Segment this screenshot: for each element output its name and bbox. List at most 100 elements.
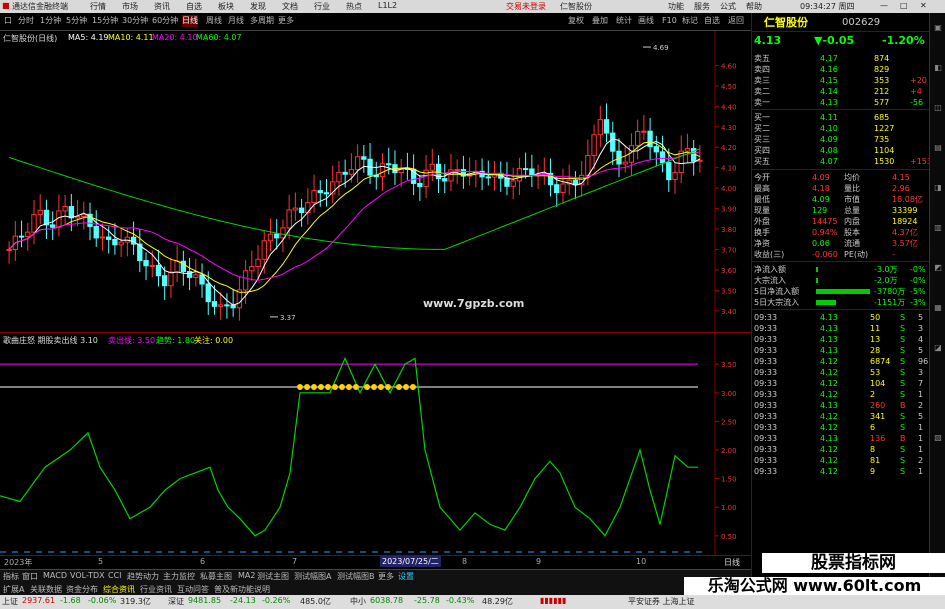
- menu-function[interactable]: 功能: [668, 1, 684, 12]
- close-icon[interactable]: ✕: [920, 1, 927, 10]
- tab-indicator[interactable]: 指标: [3, 571, 19, 582]
- sidebar-icon-8[interactable]: ▦: [933, 303, 943, 313]
- sidebar-icon-3[interactable]: ◫: [933, 103, 943, 113]
- menu-quotes[interactable]: 行情: [90, 1, 106, 12]
- candle-body: [504, 177, 510, 187]
- btn-draw[interactable]: 画线: [638, 15, 654, 27]
- menu-formula[interactable]: 公式: [720, 1, 736, 12]
- sidebar-icon-2[interactable]: ◧: [933, 63, 943, 73]
- period-weekly[interactable]: 周线: [206, 15, 222, 27]
- subtab-related[interactable]: 关联数据: [30, 584, 62, 595]
- sidebar-icon-9[interactable]: ◪: [933, 343, 943, 353]
- menu-news[interactable]: 资讯: [154, 1, 170, 12]
- maximize-icon[interactable]: □: [900, 1, 908, 10]
- menu-l1l2[interactable]: L1L2: [378, 1, 397, 10]
- period-15min[interactable]: 15分钟: [92, 15, 118, 27]
- tab-cci[interactable]: CCI: [108, 571, 122, 580]
- period-5min[interactable]: 5分钟: [66, 15, 87, 27]
- tick-volume: 53: [870, 368, 881, 377]
- period-monthly[interactable]: 月线: [228, 15, 244, 27]
- tab-trend-power[interactable]: 趋势动力: [127, 571, 159, 582]
- tab-vol[interactable]: VOL-TDX: [70, 571, 105, 580]
- menu-discover[interactable]: 发现: [250, 1, 266, 12]
- subtab-industry[interactable]: 行业资讯: [140, 584, 172, 595]
- period-60min[interactable]: 60分钟: [152, 15, 178, 27]
- menu-industry[interactable]: 行业: [314, 1, 330, 12]
- subtab-guide[interactable]: 普及新功能说明: [214, 584, 270, 595]
- ask-row: 卖五 4.17 874: [752, 53, 930, 64]
- tab-ma2[interactable]: MA2: [238, 571, 255, 580]
- subtab-ext[interactable]: 扩展A: [3, 584, 24, 595]
- sz-label[interactable]: 深证: [168, 596, 184, 607]
- sidebar-icon-10[interactable]: ▧: [933, 433, 943, 443]
- menu-hot[interactable]: 热点: [346, 1, 362, 12]
- sidebar-icon-1[interactable]: ▣: [933, 23, 943, 33]
- sz-value: 9481.85: [188, 596, 222, 605]
- btn-fav[interactable]: 自选: [704, 15, 720, 27]
- period-more[interactable]: 更多: [278, 15, 294, 27]
- candle-body: [242, 270, 249, 291]
- tab-main-monitor[interactable]: 主力监控: [163, 571, 195, 582]
- btn-restore[interactable]: 复权: [568, 15, 584, 27]
- candle-body: [143, 260, 149, 267]
- tick-price: 4.13: [820, 401, 838, 410]
- indicator-chart[interactable]: 歌曲庄怒 期股卖出线 3.10 卖出线: 3.50 趋势: 1.80 关注: 0…: [0, 332, 751, 555]
- tick-count: 4: [918, 335, 924, 344]
- tab-private-main[interactable]: 私募主图: [200, 571, 232, 582]
- candle-body: [186, 271, 193, 278]
- btn-overlay[interactable]: 叠加: [592, 15, 608, 27]
- flow-bar: [816, 289, 870, 294]
- sh-pct: -0.06%: [88, 596, 117, 605]
- tab-test-a[interactable]: 测试幅图A: [294, 571, 331, 582]
- minimize-icon[interactable]: —: [880, 1, 888, 10]
- menu-help[interactable]: 帮助: [746, 1, 762, 12]
- period-daily[interactable]: 日线: [182, 15, 198, 27]
- candle-body: [336, 171, 342, 183]
- btn-f10[interactable]: F10: [662, 15, 677, 27]
- candle-body: [429, 163, 435, 171]
- sidebar-icon-4[interactable]: ▤: [933, 143, 943, 153]
- tab-macd[interactable]: MACD: [43, 571, 67, 580]
- tick-row: 09:33 4.12 81 S 2: [752, 455, 930, 466]
- tick-price: 4.12: [820, 390, 838, 399]
- btn-stats[interactable]: 统计: [616, 15, 632, 27]
- period-intraday[interactable]: 分时: [18, 15, 34, 27]
- sidebar-icon-7[interactable]: ◩: [933, 263, 943, 273]
- tick-count: 2: [918, 456, 924, 465]
- sidebar-icon-6[interactable]: ▥: [933, 223, 943, 233]
- flow-ticks-separator: [752, 309, 930, 310]
- subtab-qa[interactable]: 互动问答: [177, 584, 209, 595]
- zx-value: 6038.78: [370, 596, 404, 605]
- subtab-fund[interactable]: 资金分布: [66, 584, 98, 595]
- tab-window[interactable]: 窗口: [22, 571, 38, 582]
- zx-label[interactable]: 中小: [350, 596, 366, 607]
- trade-status[interactable]: 交易未登录: [506, 1, 546, 12]
- menu-service[interactable]: 服务: [694, 1, 710, 12]
- menu-market[interactable]: 市场: [122, 1, 138, 12]
- tab-settings[interactable]: 设置: [398, 571, 414, 582]
- toolbar-grid-icon[interactable]: 口: [4, 15, 12, 27]
- menu-sector[interactable]: 板块: [218, 1, 234, 12]
- tab-more[interactable]: 更多: [378, 571, 394, 582]
- period-multi[interactable]: 多周期: [250, 15, 274, 27]
- tick-time: 09:33: [754, 335, 778, 344]
- btn-back[interactable]: 返回: [728, 15, 744, 27]
- tick-volume: 50: [870, 313, 881, 322]
- btn-mark[interactable]: 标记: [682, 15, 698, 27]
- sh-label[interactable]: 上证: [2, 596, 18, 607]
- kline-chart[interactable]: 仁智股份(日线) MA5: 4.19 MA10: 4.11 MA20: 4.10…: [0, 31, 751, 331]
- bid-row: 买四 4.08 1104: [752, 145, 930, 156]
- tick-side: B: [900, 434, 906, 443]
- tab-test-b[interactable]: 测试幅图B: [337, 571, 375, 582]
- period-30min[interactable]: 30分钟: [122, 15, 148, 27]
- tick-time: 09:33: [754, 423, 778, 432]
- subtab-news[interactable]: 综合资讯: [103, 584, 135, 595]
- sidebar-icon-5[interactable]: ◨: [933, 183, 943, 193]
- menu-watchlist[interactable]: 自选: [186, 1, 202, 12]
- candle-body: [267, 233, 274, 242]
- period-1min[interactable]: 1分钟: [40, 15, 61, 27]
- signal-marker: [403, 384, 409, 391]
- menu-doc[interactable]: 文档: [282, 1, 298, 12]
- tab-test-main[interactable]: 测试主图: [257, 571, 289, 582]
- ask-price: 4.16: [820, 65, 838, 74]
